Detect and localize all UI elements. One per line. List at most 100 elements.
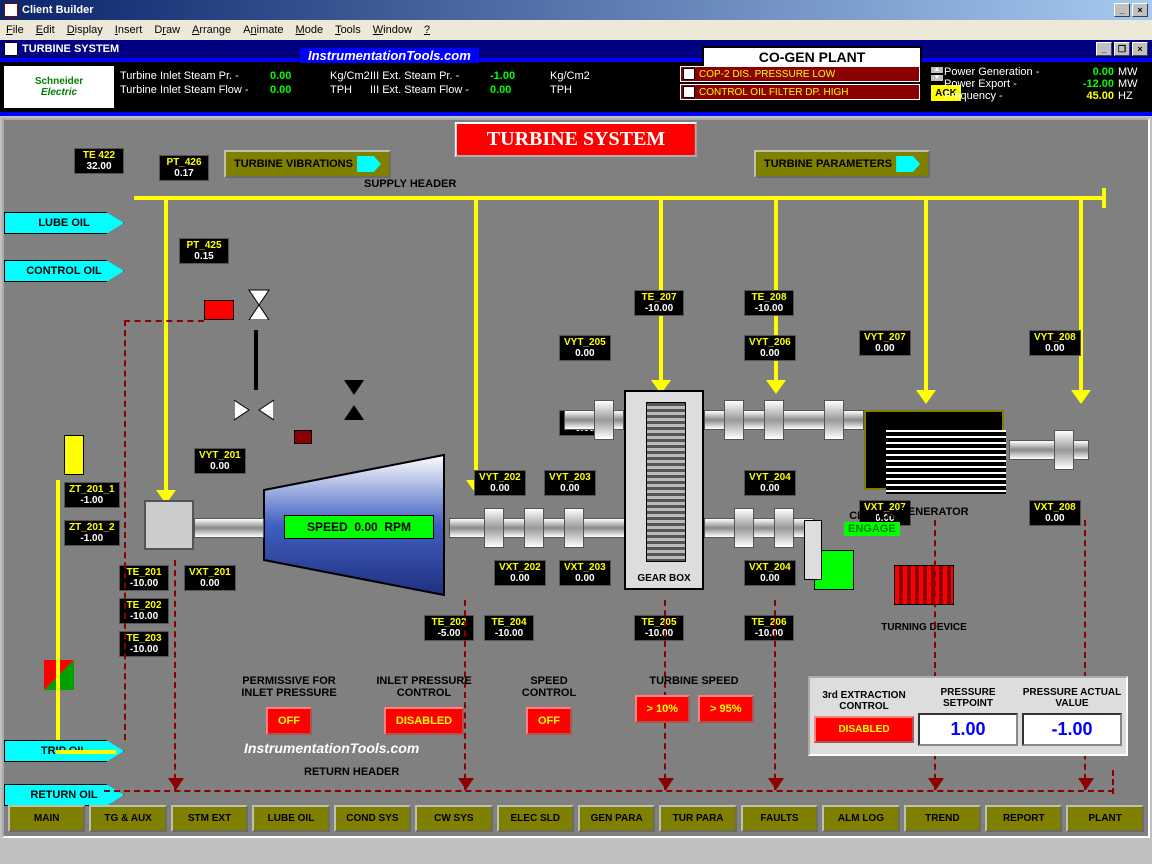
doc-title: TURBINE SYSTEM <box>22 43 119 55</box>
valve-2 <box>234 390 274 430</box>
inlet-pressure-button[interactable]: DISABLED <box>384 707 464 735</box>
valve-3 <box>334 380 374 420</box>
turning-device: TURNING DEVICE <box>874 565 954 615</box>
tag-zt2011: ZT_201_1-1.00 <box>64 482 120 508</box>
coupling-2 <box>484 508 504 548</box>
doc-minimize-button[interactable]: _ <box>1096 42 1112 56</box>
inlet-pressure-control: INLET PRESSURE CONTROL DISABLED <box>364 675 484 735</box>
tag-te203: TE_203-10.00 <box>119 631 169 657</box>
screen-title: TURBINE SYSTEM <box>455 122 697 157</box>
tag-te205: TE_205-10.00 <box>634 615 684 641</box>
menubar: File Edit Display Insert Draw Arrange An… <box>0 20 1152 40</box>
menu-file[interactable]: File <box>6 24 24 36</box>
nav-elec-sld[interactable]: ELEC SLD <box>497 805 574 832</box>
tag-te422: TE 42232.00 <box>74 148 124 174</box>
nav-lube-oil[interactable]: LUBE OIL <box>252 805 329 832</box>
menu-display[interactable]: Display <box>67 24 103 36</box>
tag-te2021: TE_202-5.00 <box>424 615 474 641</box>
tag-vyt208: VYT_2080.00 <box>1029 330 1081 356</box>
control-oil-arrow: CONTROL OIL <box>4 260 124 282</box>
menu-mode[interactable]: Mode <box>296 24 324 36</box>
nav-tg-aux[interactable]: TG & AUX <box>89 805 166 832</box>
tag-vxt201: VXT_2010.00 <box>184 565 236 591</box>
arrow-icon <box>357 156 381 172</box>
valve-red <box>204 300 234 320</box>
turbine-speed-10-button[interactable]: > 10% <box>635 695 691 723</box>
turbine-readings-right: III Ext. Steam Pr. --1.00Kg/Cm2 III Ext.… <box>370 70 610 98</box>
menu-animate[interactable]: Animate <box>243 24 283 36</box>
menu-arrange[interactable]: Arrange <box>192 24 231 36</box>
nav-cw-sys[interactable]: CW SYS <box>415 805 492 832</box>
tag-vxt208: VXT_2080.00 <box>1029 500 1081 526</box>
tag-vyt202: VYT_2020.00 <box>474 470 526 496</box>
tag-te206: TE_206-10.00 <box>744 615 794 641</box>
speed-control: SPEED CONTROL OFF <box>499 675 599 735</box>
coupling-4 <box>564 508 584 548</box>
nav-alm-log[interactable]: ALM LOG <box>822 805 899 832</box>
doc-restore-button[interactable]: ❐ <box>1114 42 1130 56</box>
app-titlebar: Client Builder _ × <box>0 0 1152 20</box>
nav-trend[interactable]: TREND <box>904 805 981 832</box>
turbine-vibrations-button[interactable]: TURBINE VIBRATIONS <box>224 150 391 178</box>
valve-1 <box>244 280 274 320</box>
extraction-disable-button[interactable]: DISABLED <box>814 716 914 743</box>
coupling-gb-4 <box>824 400 844 440</box>
gearbox: GEAR BOX <box>624 390 704 590</box>
menu-draw[interactable]: Draw <box>154 24 180 36</box>
tag-vyt203: VYT_2030.00 <box>544 470 596 496</box>
nav-plant[interactable]: PLANT <box>1066 805 1143 832</box>
tag-pt426: PT_4260.17 <box>159 155 209 181</box>
doc-close-button[interactable]: × <box>1132 42 1148 56</box>
minimize-button[interactable]: _ <box>1114 3 1130 17</box>
nav-tur-para[interactable]: TUR PARA <box>659 805 736 832</box>
permissive-control: PERMISSIVE FOR INLET PRESSURE OFF <box>229 675 349 735</box>
menu-insert[interactable]: Insert <box>115 24 143 36</box>
nav-faults[interactable]: FAULTS <box>741 805 818 832</box>
menu-edit[interactable]: Edit <box>36 24 55 36</box>
nav-report[interactable]: REPORT <box>985 805 1062 832</box>
schneider-logo: Schneider Electric <box>4 66 114 108</box>
turbine-parameters-button[interactable]: TURBINE PARAMETERS <box>754 150 930 178</box>
footer-link: InstrumentationTools.com <box>244 740 419 756</box>
return-header-label: RETURN HEADER <box>304 766 399 778</box>
permissive-button[interactable]: OFF <box>266 707 312 735</box>
nav-stm-ext[interactable]: STM EXT <box>171 805 248 832</box>
alarm-checkbox-1[interactable] <box>683 68 695 80</box>
menu-help[interactable]: ? <box>424 24 430 36</box>
turbine-speed-95-button[interactable]: > 95% <box>698 695 754 723</box>
doc-titlebar: TURBINE SYSTEM _ ❐ × <box>0 40 1152 58</box>
alarm-checkbox-2[interactable] <box>683 86 695 98</box>
pressure-actual-value: -1.00 <box>1022 713 1122 746</box>
tag-te204: TE_204-10.00 <box>484 615 534 641</box>
nav-cond-sys[interactable]: COND SYS <box>334 805 411 832</box>
tag-te207: TE_207-10.00 <box>634 290 684 316</box>
mimic-canvas: TURBINE SYSTEM TURBINE VIBRATIONS TURBIN… <box>2 118 1150 838</box>
extraction-panel: 3rd EXTRACTION CONTROL DISABLED PRESSURE… <box>808 676 1128 756</box>
coupling-gb-3 <box>764 400 784 440</box>
turbine-speed-control: TURBINE SPEED > 10% > 95% <box>614 675 774 723</box>
nav-gen-para[interactable]: GEN PARA <box>578 805 655 832</box>
nav-main[interactable]: MAIN <box>8 805 85 832</box>
power-readings: Power Generation -0.00MW Power Export --… <box>944 66 1144 102</box>
menu-window[interactable]: Window <box>373 24 412 36</box>
alarm-row-2[interactable]: CONTROL OIL FILTER DP. HIGH <box>680 84 920 100</box>
tag-vyt207: VYT_2070.00 <box>859 330 911 356</box>
tag-vxt204: VXT_2040.00 <box>744 560 796 586</box>
menu-tools[interactable]: Tools <box>335 24 361 36</box>
header-link: InstrumentationTools.com <box>300 48 479 63</box>
speed-display: SPEED 0.00 RPM <box>284 515 434 539</box>
return-oil-arrow: RETURN OIL <box>4 784 124 806</box>
alarm-row-1[interactable]: COP-2 DIS. PRESSURE LOW <box>680 66 920 82</box>
pressure-setpoint-value[interactable]: 1.00 <box>918 713 1018 746</box>
tag-vyt205: VYT_2050.00 <box>559 335 611 361</box>
speed-control-button[interactable]: OFF <box>526 707 572 735</box>
nav-bar: MAIN TG & AUX STM EXT LUBE OIL COND SYS … <box>8 805 1144 832</box>
tag-pt425: PT_4250.15 <box>179 238 229 264</box>
coupling-3 <box>524 508 544 548</box>
alarm-scroll[interactable]: ▲▼ <box>930 66 944 82</box>
close-button[interactable]: × <box>1132 3 1148 17</box>
app-icon <box>4 3 18 17</box>
lube-oil-arrow: LUBE OIL <box>4 212 124 234</box>
tag-vyt204: VYT_2040.00 <box>744 470 796 496</box>
shaft-gen-out <box>1009 440 1089 460</box>
